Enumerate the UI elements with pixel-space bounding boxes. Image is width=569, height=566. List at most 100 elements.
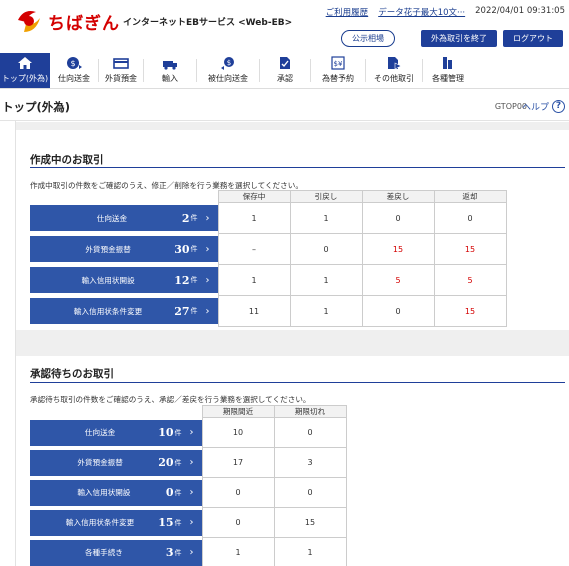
approval-remittance-button[interactable]: 仕向送金 10 件 › xyxy=(30,419,202,446)
nav-label: 外貨預金 xyxy=(105,74,137,83)
approval-deposit-transfer-button[interactable]: 外貨預金振替 20 件 › xyxy=(30,449,202,476)
incoming-remit-icon: $ xyxy=(221,57,234,70)
cell: 10 xyxy=(201,417,275,448)
count-unit: 件 xyxy=(190,245,198,253)
nav-label: 各種管理 xyxy=(432,74,464,83)
table-row: 外貨預金振替 30 件 › – 0 15 15 xyxy=(30,233,507,265)
blank-header xyxy=(30,191,218,203)
count-unit: 件 xyxy=(174,458,182,467)
cell: 0 xyxy=(201,507,275,538)
cell: 1 xyxy=(289,264,363,296)
login-datetime: 2022/04/01 09:31:05 xyxy=(475,6,565,16)
approval-lc-open-button[interactable]: 輸入信用状開設 0件 › xyxy=(30,479,202,506)
nav-label: 被仕向送金 xyxy=(208,74,248,83)
cell: 15 xyxy=(433,233,507,265)
nav-management[interactable]: 各種管理 xyxy=(423,53,473,88)
svg-text:$: $ xyxy=(227,59,231,67)
drafting-lc-amend-button[interactable]: 輸入信用状条件変更 27 件 › xyxy=(30,298,218,324)
row-label: 外貨預金振替 xyxy=(85,244,131,254)
page-title-bar: トップ(外為) GTOP00 ヘルプ ? xyxy=(0,91,569,121)
row-label-cell: 輸入信用状開設 12 件 › xyxy=(30,265,218,296)
cell: 5 xyxy=(361,264,435,296)
table-row: 仕向送金 2件 › 1 1 0 0 xyxy=(30,202,507,234)
cell: 0 xyxy=(273,417,347,448)
count-unit: 件 xyxy=(174,548,182,557)
row-count: 30 xyxy=(174,242,190,256)
chevron-right-icon: › xyxy=(189,547,194,558)
row-label: 輸入信用状条件変更 xyxy=(65,518,135,527)
col-returned: 返却 xyxy=(433,190,507,203)
header: ちばぎん インターネットEBサービス <Web-EB> ご利用履歴 データ花子最… xyxy=(0,0,569,53)
cell: 15 xyxy=(361,233,435,265)
cell: 1 xyxy=(201,537,275,566)
row-label-cell: 仕向送金 2件 › xyxy=(30,203,218,234)
cell: 15 xyxy=(273,507,347,538)
col-sent-back: 差戻し xyxy=(361,190,435,203)
approve-icon xyxy=(280,57,290,69)
table-row: 各種手続き 3件 › 1 1 xyxy=(30,537,347,566)
cell: 3 xyxy=(273,447,347,478)
logout-button[interactable]: ログアウト xyxy=(503,30,563,47)
nav-incoming-remittance[interactable]: $ 被仕向送金 xyxy=(197,53,259,88)
user-name[interactable]: データ花子最大10文··· xyxy=(378,6,465,18)
section-rule xyxy=(30,382,565,383)
spacer-band xyxy=(16,330,569,356)
page-title: トップ(外為) xyxy=(2,100,71,114)
count-unit: 件 xyxy=(174,428,182,437)
chevron-right-icon: › xyxy=(189,487,194,498)
approval-panel: 承認待ちのお取引 承認待ち取引の件数をご確認のうえ、承認／差戻を行う業務を選択し… xyxy=(16,356,569,566)
home-icon xyxy=(18,57,32,69)
row-count: 2 xyxy=(181,211,190,225)
row-count: 27 xyxy=(174,304,190,318)
nav-top[interactable]: トップ(外為) xyxy=(0,53,50,88)
nav-label: その他取引 xyxy=(374,74,414,83)
row-label-cell: 外貨預金振替 20 件 › xyxy=(30,448,202,478)
table-row: 仕向送金 10 件 › 10 0 xyxy=(30,417,347,448)
top-links: ご利用履歴 データ花子最大10文··· 2022/04/01 09:31:05 xyxy=(326,6,565,18)
bank-logo[interactable]: ちばぎん インターネットEBサービス <Web-EB> xyxy=(14,6,292,36)
help-link[interactable]: ヘルプ ? xyxy=(522,100,565,113)
end-fx-button[interactable]: 外為取引を終了 xyxy=(421,30,497,47)
table-header-row: 保存中 引戻し 差戻し 返却 xyxy=(30,190,507,203)
approval-lc-amend-button[interactable]: 輸入信用状条件変更 15 件 › xyxy=(30,509,202,536)
public-rates-button[interactable]: 公示相場 xyxy=(341,30,395,47)
usage-history-link[interactable]: ご利用履歴 xyxy=(326,6,369,18)
col-near-deadline: 期限間近 xyxy=(201,405,275,418)
cell: 0 xyxy=(201,477,275,508)
nav-approval[interactable]: 承認 xyxy=(260,53,310,88)
table-header-row: 期限間近 期限切れ xyxy=(30,405,347,418)
nav-label: 為替予約 xyxy=(322,74,354,83)
col-recalled: 引戻し xyxy=(289,190,363,203)
count-unit: 件 xyxy=(174,518,182,527)
drafting-panel: 作成中のお取引 作成中取引の件数をご確認のうえ、修正／削除を行う業務を選択してく… xyxy=(16,130,569,330)
table-row: 輸入信用状開設 0件 › 0 0 xyxy=(30,477,347,508)
row-label-cell: 輸入信用状条件変更 15 件 › xyxy=(30,508,202,538)
drafting-deposit-transfer-button[interactable]: 外貨預金振替 30 件 › xyxy=(30,236,218,262)
drafting-lc-open-button[interactable]: 輸入信用状開設 12 件 › xyxy=(30,267,218,293)
cell: 17 xyxy=(201,447,275,478)
row-label-cell: 輸入信用状開設 0件 › xyxy=(30,478,202,508)
row-label: 各種手続き xyxy=(84,548,123,557)
nav-deposit[interactable]: 外貨預金 xyxy=(99,53,143,88)
cell: 0 xyxy=(433,202,507,234)
count-unit: 件 xyxy=(190,276,198,284)
cell: 5 xyxy=(433,264,507,296)
cell: 1 xyxy=(289,202,363,234)
cell: 1 xyxy=(273,537,347,566)
row-count: 12 xyxy=(174,273,190,287)
table-row: 外貨預金振替 20 件 › 17 3 xyxy=(30,447,347,478)
nav-other[interactable]: その他取引 xyxy=(366,53,422,88)
chevron-right-icon: › xyxy=(205,212,210,224)
nav-fx-contract[interactable]: $¥ 為替予約 xyxy=(311,53,365,88)
drafting-title: 作成中のお取引 xyxy=(30,154,104,166)
chibagin-logo-icon xyxy=(18,11,40,32)
chevron-right-icon: › xyxy=(205,274,210,286)
drafting-remittance-button[interactable]: 仕向送金 2件 › xyxy=(30,205,218,231)
count-unit: 件 xyxy=(190,307,198,315)
approval-procedures-button[interactable]: 各種手続き 3件 › xyxy=(30,539,202,566)
nav-import[interactable]: 輸入 xyxy=(144,53,196,88)
row-count: 0 xyxy=(165,486,174,499)
row-count: 10 xyxy=(158,426,174,439)
nav-remittance[interactable]: $ 仕向送金 xyxy=(50,53,98,88)
deposit-icon xyxy=(113,58,129,69)
